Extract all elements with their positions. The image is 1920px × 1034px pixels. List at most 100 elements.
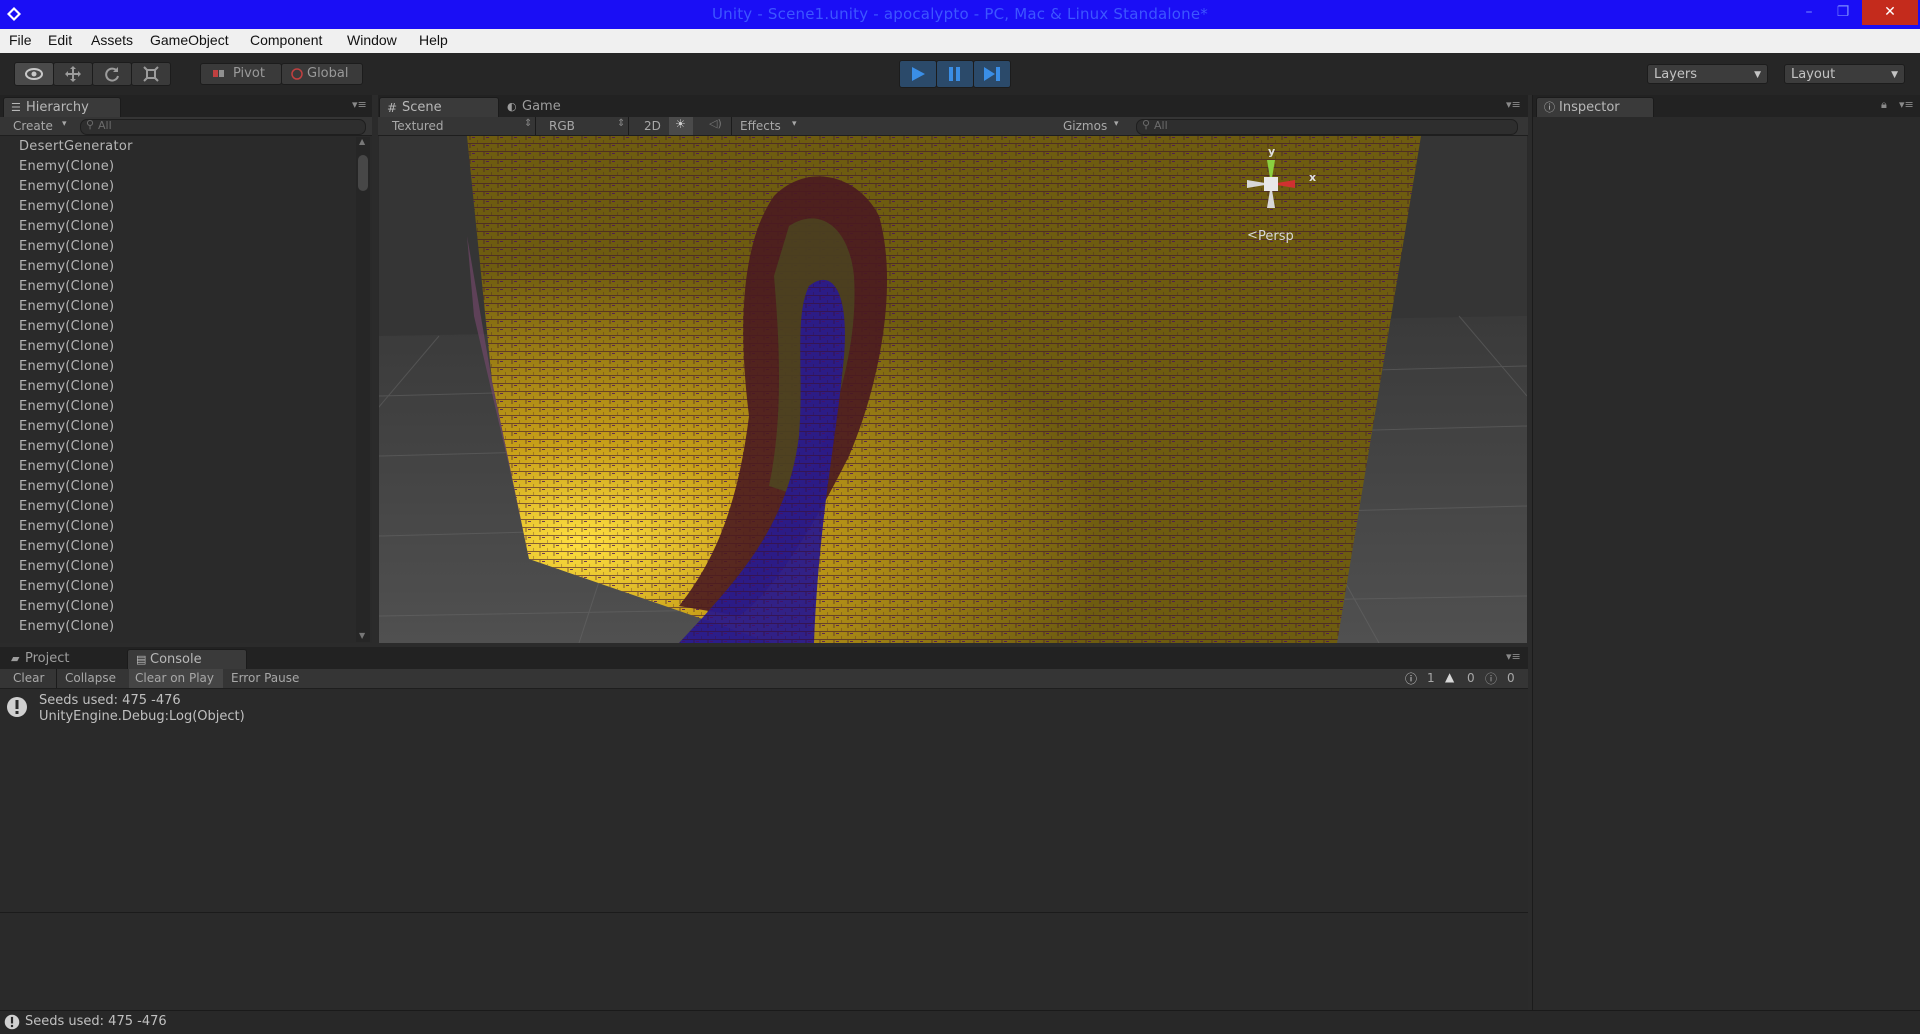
view-tool-button[interactable] [14, 62, 54, 86]
scene-search-input[interactable]: ⚲ All [1136, 118, 1518, 135]
hierarchy-scrollbar[interactable]: ▲ ▼ [356, 137, 370, 642]
hierarchy-item[interactable]: Enemy(Clone) [19, 577, 114, 597]
hierarchy-item[interactable]: Enemy(Clone) [19, 477, 114, 497]
pivot-toggle[interactable]: Pivot [200, 63, 282, 85]
hierarchy-item[interactable]: Enemy(Clone) [19, 177, 114, 197]
console-tab-label: Console [150, 652, 202, 667]
menu-window[interactable]: Window [347, 32, 397, 48]
hierarchy-item[interactable]: Enemy(Clone) [19, 417, 114, 437]
step-button[interactable] [973, 60, 1011, 88]
warning-icon[interactable]: ▲ [1445, 670, 1454, 684]
hierarchy-item[interactable]: Enemy(Clone) [19, 437, 114, 457]
layers-dropdown[interactable]: Layers ▼ [1647, 64, 1768, 84]
hierarchy-item[interactable]: Enemy(Clone) [19, 497, 114, 517]
chevron-down-icon: ▼ [1754, 70, 1761, 80]
panel-menu-icon[interactable]: ▾≡ [1899, 98, 1914, 111]
pause-button[interactable] [936, 60, 974, 88]
tab-console[interactable]: ▤ Console [127, 649, 247, 669]
hierarchy-item[interactable]: Enemy(Clone) [19, 317, 114, 337]
folder-icon: ▰ [11, 652, 20, 665]
console-detail-divider[interactable] [0, 912, 1528, 913]
step-icon [984, 67, 1000, 81]
layout-dropdown[interactable]: Layout ▼ [1784, 64, 1905, 84]
hierarchy-item[interactable]: Enemy(Clone) [19, 337, 114, 357]
panel-menu-icon[interactable]: ▾≡ [1506, 98, 1521, 111]
hierarchy-item[interactable]: Enemy(Clone) [19, 237, 114, 257]
tab-project[interactable]: ▰ Project [3, 649, 121, 669]
hierarchy-item[interactable]: Enemy(Clone) [19, 257, 114, 277]
pivot-icon [213, 70, 224, 77]
window-title: Unity - Scene1.unity - apocalypto - PC, … [711, 5, 1209, 23]
tab-hierarchy[interactable]: ☰ Hierarchy [3, 97, 121, 117]
hierarchy-item[interactable]: Enemy(Clone) [19, 517, 114, 537]
render-mode-dropdown[interactable]: RGB [549, 119, 575, 133]
hierarchy-item[interactable]: Enemy(Clone) [19, 197, 114, 217]
scale-tool-button[interactable] [131, 62, 171, 86]
hierarchy-item[interactable]: Enemy(Clone) [19, 277, 114, 297]
chevron-down-icon: ▾ [1114, 119, 1119, 129]
search-placeholder: All [98, 119, 112, 132]
console-clear-button[interactable]: Clear [13, 671, 44, 685]
play-button[interactable] [899, 60, 937, 88]
lock-icon[interactable]: 🔒︎ [1881, 98, 1887, 112]
persp-label[interactable]: Persp [1258, 229, 1294, 244]
menu-file[interactable]: File [9, 32, 32, 48]
hierarchy-tab-row: ☰ Hierarchy ▾≡ [0, 95, 372, 117]
2d-toggle[interactable]: 2D [644, 119, 661, 133]
eye-icon [25, 68, 43, 80]
hierarchy-item[interactable]: Enemy(Clone) [19, 397, 114, 417]
scroll-up-icon[interactable]: ▲ [359, 137, 365, 146]
orientation-gizmo[interactable] [1231, 144, 1321, 234]
close-button[interactable]: ✕ [1862, 0, 1918, 25]
error-icon[interactable]: ⓘ [1485, 670, 1497, 687]
hierarchy-item[interactable]: Enemy(Clone) [19, 297, 114, 317]
draw-mode-dropdown[interactable]: Textured [392, 119, 444, 133]
hierarchy-item[interactable]: DesertGenerator [19, 137, 133, 157]
tab-game[interactable]: ◐ Game [500, 97, 610, 117]
hierarchy-item[interactable]: Enemy(Clone) [19, 557, 114, 577]
audio-icon[interactable]: ◁) [709, 117, 722, 130]
menu-help[interactable]: Help [419, 32, 448, 48]
gizmos-dropdown[interactable]: Gizmos [1063, 119, 1107, 133]
gizmo-y-label: y [1268, 145, 1276, 158]
move-tool-button[interactable] [53, 62, 93, 86]
console-entry[interactable]: Seeds used: 475 -476 UnityEngine.Debug:L… [0, 689, 1528, 727]
menu-gameobject[interactable]: GameObject [150, 32, 229, 48]
info-count-icon[interactable]: ⓘ [1405, 670, 1417, 687]
hierarchy-item[interactable]: Enemy(Clone) [19, 217, 114, 237]
hierarchy-item[interactable]: Enemy(Clone) [19, 597, 114, 617]
menu-edit[interactable]: Edit [48, 32, 72, 48]
hierarchy-item[interactable]: Enemy(Clone) [19, 617, 114, 637]
hierarchy-item[interactable]: Enemy(Clone) [19, 457, 114, 477]
console-collapse-button[interactable]: Collapse [65, 671, 116, 685]
hierarchy-item[interactable]: Enemy(Clone) [19, 377, 114, 397]
game-icon: ◐ [507, 100, 517, 113]
tab-inspector[interactable]: ⓘ Inspector [1536, 97, 1654, 117]
info-icon [7, 697, 27, 717]
create-dropdown[interactable]: Create [13, 119, 53, 133]
hierarchy-search-input[interactable]: ⚲ All [80, 118, 366, 135]
hierarchy-item[interactable]: Enemy(Clone) [19, 157, 114, 177]
scroll-down-icon[interactable]: ▼ [359, 631, 365, 640]
hierarchy-tab-label: Hierarchy [26, 100, 89, 115]
scene-viewport[interactable]: y x < Persp [379, 136, 1527, 643]
hierarchy-item[interactable]: Enemy(Clone) [19, 537, 114, 557]
search-icon: ⚲ [1142, 118, 1151, 131]
clear-on-play-toggle[interactable]: Clear on Play [129, 669, 223, 688]
global-toggle[interactable]: Global [281, 63, 363, 85]
rotate-tool-button[interactable] [92, 62, 132, 86]
hierarchy-item[interactable]: Enemy(Clone) [19, 357, 114, 377]
lighting-toggle[interactable]: ☀ [669, 117, 693, 135]
panel-menu-icon[interactable]: ▾≡ [352, 98, 367, 111]
console-error-pause-button[interactable]: Error Pause [231, 671, 299, 685]
scrollbar-thumb[interactable] [358, 155, 368, 191]
menu-component[interactable]: Component [250, 32, 322, 48]
console-icon: ▤ [136, 653, 147, 666]
effects-dropdown[interactable]: Effects [740, 119, 781, 133]
inspector-tab-row: ⓘ Inspector 🔒︎ ▾≡ [1533, 95, 1920, 117]
tab-scene[interactable]: # Scene [379, 97, 499, 117]
panel-menu-icon[interactable]: ▾≡ [1506, 650, 1521, 663]
menu-assets[interactable]: Assets [91, 32, 133, 48]
play-icon [912, 67, 925, 81]
maximize-button[interactable]: ❐ [1820, 0, 1866, 25]
